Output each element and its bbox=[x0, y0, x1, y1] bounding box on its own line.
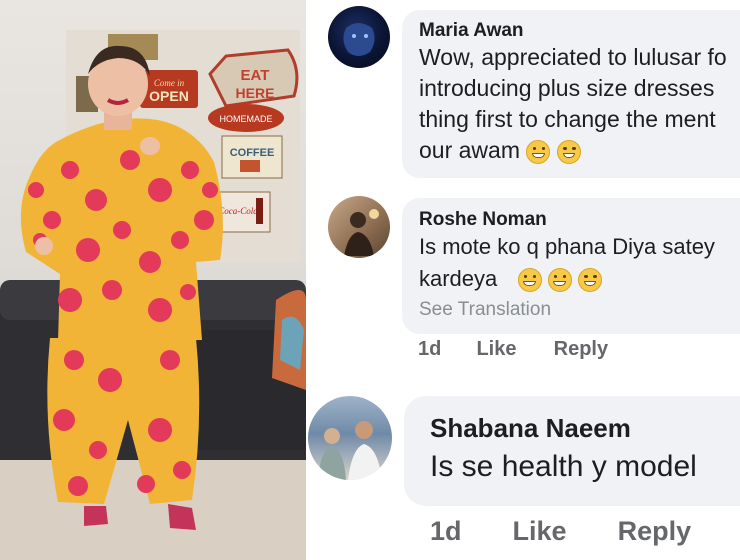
comment-roshe-noman: Roshe Noman Is mote ko q phana Diya sate… bbox=[306, 190, 740, 380]
like-button[interactable]: Like bbox=[476, 338, 516, 361]
like-button[interactable]: Like bbox=[513, 516, 567, 547]
lion-icon bbox=[343, 23, 375, 56]
laughing-emoji bbox=[547, 268, 572, 293]
svg-text:EAT: EAT bbox=[241, 67, 270, 84]
see-translation-link[interactable]: See Translation bbox=[419, 295, 740, 325]
sign-coffee: COFFEE bbox=[221, 135, 283, 179]
comment-shabana-naeem: Shabana Naeem Is se health y model 1d Li… bbox=[306, 380, 740, 560]
comment-maria-awan: Maria Awan Wow, appreciated to lulusar f… bbox=[306, 0, 740, 190]
grinning-emoji bbox=[556, 139, 581, 164]
svg-text:COFFEE: COFFEE bbox=[230, 147, 275, 159]
sign-eat-here: EAT HERE bbox=[208, 48, 299, 108]
comment-text-last-line: kardeya bbox=[419, 263, 740, 295]
comment-actions: 1d Like Reply bbox=[418, 338, 608, 361]
comment-time: 1d bbox=[418, 338, 442, 360]
comment-text-line: introducing plus size dresses bbox=[419, 75, 715, 101]
svg-text:Coca-Cola: Coca-Cola bbox=[218, 206, 258, 216]
comment-text-last-line: our awam bbox=[419, 135, 740, 166]
laughing-emoji bbox=[517, 268, 542, 293]
comment-time: 1d bbox=[430, 516, 462, 546]
comments-panel: Maria Awan Wow, appreciated to lulusar f… bbox=[306, 0, 740, 560]
avatar[interactable] bbox=[328, 6, 390, 68]
svg-text:OPEN: OPEN bbox=[149, 88, 189, 104]
svg-text:HERE: HERE bbox=[236, 85, 275, 101]
comment-actions: 1d Like Reply bbox=[430, 516, 691, 547]
comment-bubble: Shabana Naeem Is se health y model bbox=[404, 396, 740, 506]
avatar[interactable] bbox=[308, 396, 392, 480]
commenter-name[interactable]: Shabana Naeem bbox=[430, 412, 740, 444]
comment-text-line: Is mote ko q phana Diya satey bbox=[419, 234, 715, 259]
comment-text-line: our awam bbox=[419, 137, 520, 163]
reply-button[interactable]: Reply bbox=[554, 338, 608, 361]
comment-bubble: Roshe Noman Is mote ko q phana Diya sate… bbox=[402, 198, 740, 334]
commenter-name[interactable]: Roshe Noman bbox=[419, 209, 740, 231]
sign-homemade: HOMEMADE bbox=[208, 104, 284, 132]
person-icon bbox=[344, 209, 379, 256]
grinning-emoji bbox=[526, 139, 551, 164]
svg-text:Come in: Come in bbox=[154, 78, 185, 88]
comment-text-line: Wow, appreciated to lulusar fo bbox=[419, 44, 727, 70]
person-icon bbox=[318, 421, 382, 480]
commenter-name[interactable]: Maria Awan bbox=[419, 20, 740, 42]
sign-come-in-open: Come in OPEN bbox=[140, 70, 198, 108]
comment-text-line: thing first to change the ment bbox=[419, 106, 716, 132]
avatar[interactable] bbox=[328, 196, 390, 258]
laughing-emoji bbox=[577, 268, 602, 293]
svg-text:HOMEMADE: HOMEMADE bbox=[219, 114, 272, 124]
woman-photo: Come in OPEN EAT HERE HOMEMADE COFFEE Co… bbox=[0, 30, 306, 560]
comment-text-line: Is se health y model bbox=[430, 450, 697, 483]
comment-text-line: kardeya bbox=[419, 266, 498, 291]
reply-button[interactable]: Reply bbox=[618, 516, 692, 547]
comment-bubble: Maria Awan Wow, appreciated to lulusar f… bbox=[402, 10, 740, 178]
product-photo: Come in OPEN EAT HERE HOMEMADE COFFEE Co… bbox=[0, 0, 306, 560]
